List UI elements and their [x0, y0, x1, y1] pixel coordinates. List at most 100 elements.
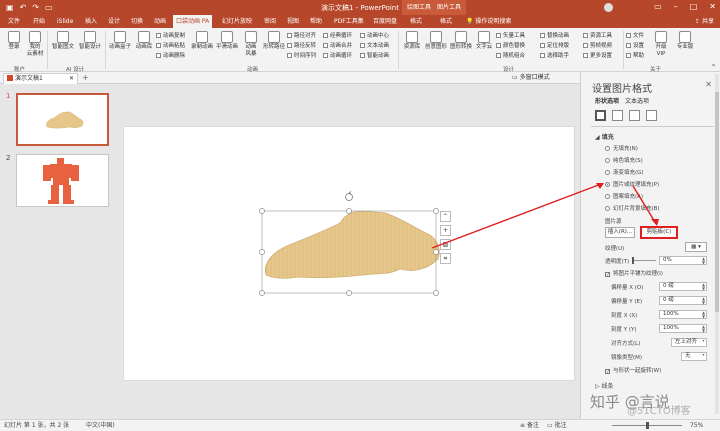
slide-thumbnail-2[interactable]: [16, 154, 109, 207]
language-indicator[interactable]: 中文(中国): [86, 420, 115, 431]
resource-tools-button[interactable]: 资源工具: [583, 32, 612, 40]
tab-text-options[interactable]: 文本选项: [625, 96, 649, 105]
radio-button[interactable]: [605, 194, 610, 199]
vector-tools-button[interactable]: 矢量工具: [496, 32, 525, 40]
file-menu-button[interactable]: 文件: [626, 32, 644, 40]
position-layout-button[interactable]: 定位排版: [540, 42, 569, 50]
radio-solid-fill[interactable]: 纯色填充(S): [605, 156, 643, 164]
spinner-icon[interactable]: ▲ ▼: [701, 297, 706, 305]
minimize-icon[interactable]: –: [674, 2, 678, 11]
resource-lib-button[interactable]: 资源库: [401, 31, 423, 51]
tab-home[interactable]: 开始: [30, 15, 48, 28]
anim-copy-button[interactable]: 动画复制: [156, 32, 185, 40]
radio-button[interactable]: [605, 206, 610, 211]
cut-frames-button[interactable]: 剪帧视频: [583, 42, 612, 50]
add-element-icon[interactable]: +: [440, 225, 451, 236]
zoom-percentage[interactable]: 75%: [690, 420, 703, 431]
more-settings-button[interactable]: 更多设置: [583, 52, 612, 60]
tell-me-search[interactable]: 💡 操作说明搜索: [466, 15, 511, 28]
replace-anim-button[interactable]: 替换动画: [540, 32, 569, 40]
section-line-header[interactable]: ▷ 线条: [595, 381, 614, 390]
close-icon[interactable]: ✕: [709, 2, 716, 11]
share-button[interactable]: ⇪ 共享: [695, 15, 714, 28]
transparency-input[interactable]: 0% ▲ ▼: [659, 256, 707, 265]
random-combo-button[interactable]: 随机组合: [496, 52, 525, 60]
multi-window-mode-button[interactable]: ▭ 多窗口模式: [512, 73, 550, 83]
anim-merge-button[interactable]: 动画合并: [323, 42, 352, 50]
layout-options-icon[interactable]: ⌃: [440, 211, 451, 222]
settings-button[interactable]: 设置: [626, 42, 644, 50]
radio-button[interactable]: [605, 182, 610, 187]
tab-review[interactable]: 审阅: [261, 15, 279, 28]
tab-animations[interactable]: 动画: [151, 15, 169, 28]
document-tab[interactable]: 演示文稿1 ✕: [3, 73, 78, 84]
spinner-icon[interactable]: ▲ ▼: [701, 311, 706, 319]
time-seq-button[interactable]: 时间序列: [287, 52, 316, 60]
scale-y-input[interactable]: 100% ▲ ▼: [659, 324, 707, 333]
path-shape-button[interactable]: 形转路径: [262, 31, 286, 51]
size-properties-icon[interactable]: [629, 110, 640, 121]
tab-format-picture[interactable]: 格式: [437, 15, 455, 28]
record-anim-button[interactable]: 录制动画: [190, 31, 214, 51]
texture-dropdown[interactable]: ▦ ▾: [685, 242, 707, 252]
graphic-convert-button[interactable]: 图形转换: [449, 31, 473, 51]
tab-baidu-netdisk[interactable]: 百度网盘: [370, 15, 400, 28]
clipboard-button[interactable]: 剪贴板(C): [640, 226, 678, 239]
smart-anim-button[interactable]: 智能动画: [360, 52, 389, 60]
pane-scrollbar-thumb[interactable]: [715, 92, 719, 312]
anim-lib-button[interactable]: 动画库: [133, 31, 155, 51]
zoom-slider-knob[interactable]: [646, 422, 649, 429]
tab-help[interactable]: 帮助: [307, 15, 325, 28]
tab-pdf-tools[interactable]: PDF工具集: [331, 15, 367, 28]
radio-gradient-fill[interactable]: 渐变填充(G): [605, 168, 644, 176]
anim-delete-button[interactable]: 动画删除: [156, 52, 185, 60]
scale-x-input[interactable]: 100% ▲ ▼: [659, 310, 707, 319]
radio-button[interactable]: [605, 146, 610, 151]
rotate-with-shape-checkbox[interactable]: ✓ 与形状一起旋转(W): [605, 366, 661, 375]
alignment-dropdown[interactable]: 左上对齐 ▾: [671, 338, 707, 347]
color-replace-button[interactable]: 颜色替换: [496, 42, 525, 50]
effects-icon[interactable]: [612, 110, 623, 121]
tab-pocket-animation[interactable]: 口袋动画 PA: [173, 15, 213, 28]
creative-graphic-button[interactable]: 创意图形: [424, 31, 448, 51]
spinner-icon[interactable]: ▲ ▼: [701, 325, 706, 333]
tab-transitions[interactable]: 切换: [128, 15, 146, 28]
anim-box-button[interactable]: 动画盒子: [108, 31, 132, 51]
transparency-slider[interactable]: [632, 260, 656, 261]
tile-texture-checkbox[interactable]: ✓ 将图片平铺为纹理(I): [605, 269, 663, 278]
smart-text-button[interactable]: 智能图文: [50, 31, 76, 51]
ribbon-display-icon[interactable]: ▭: [654, 2, 662, 11]
tab-islide[interactable]: iSlide: [54, 15, 76, 28]
radio-button[interactable]: [605, 170, 610, 175]
comments-button[interactable]: ▭ 批注: [547, 420, 567, 431]
mirror-type-dropdown[interactable]: 无 ▾: [681, 352, 707, 361]
smart-design-button[interactable]: 智能设计: [77, 31, 103, 51]
checkbox-checked[interactable]: ✓: [605, 369, 610, 375]
picture-icon[interactable]: [646, 110, 657, 121]
tab-format-drawing[interactable]: 格式: [407, 15, 425, 28]
anim-paste-button[interactable]: 动画粘贴: [156, 42, 185, 50]
cloud-assets-button[interactable]: 我的 云素材: [24, 31, 46, 58]
radio-slide-background-fill[interactable]: 幻灯片背景填充(B): [605, 204, 660, 212]
offset-x-input[interactable]: 0 磅 ▲ ▼: [659, 282, 707, 291]
slide-canvas[interactable]: ⌃ + ▨ ⌗: [124, 127, 574, 380]
tab-file[interactable]: 文件: [5, 15, 23, 28]
text-cloud-button[interactable]: 文字云: [474, 31, 494, 51]
anim-loop-button[interactable]: 动画循环: [323, 52, 352, 60]
user-area[interactable]: [604, 3, 613, 12]
tab-slideshow[interactable]: 幻灯片放映: [219, 15, 255, 28]
upgrade-vip-button[interactable]: 升级 VIP: [651, 31, 671, 58]
transparency-slider-knob[interactable]: [632, 257, 634, 264]
avatar[interactable]: [604, 3, 613, 12]
tab-design[interactable]: 设计: [105, 15, 123, 28]
offset-y-input[interactable]: 0 磅 ▲ ▼: [659, 296, 707, 305]
checkbox-checked[interactable]: ✓: [605, 272, 610, 278]
crop-icon[interactable]: ⌗: [440, 253, 451, 264]
anim-storm-button[interactable]: 动画 风暴: [241, 31, 261, 58]
notes-button[interactable]: ≡ 备注: [520, 420, 539, 431]
style-brush-icon[interactable]: ▨: [440, 239, 451, 250]
classic-loop-button[interactable]: 经典循环: [323, 32, 352, 40]
tab-insert[interactable]: 插入: [82, 15, 100, 28]
fill-line-icon[interactable]: [595, 110, 606, 121]
maximize-icon[interactable]: □: [690, 2, 698, 11]
